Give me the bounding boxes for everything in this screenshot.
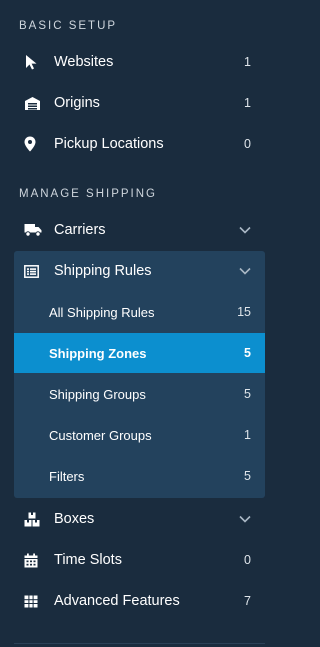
chevron-down-icon[interactable] (221, 515, 265, 523)
sidebar-item-origins[interactable]: Origins 1 (14, 85, 265, 121)
chevron-down-icon[interactable] (221, 226, 265, 234)
count-badge: 15 (237, 305, 251, 319)
subitem-label: Shipping Groups (49, 386, 146, 402)
sidebar-item-websites[interactable]: Websites 1 (14, 44, 265, 80)
sidebar-item-advanced-features[interactable]: Advanced Features 7 (14, 583, 265, 619)
sidebar-item-time-slots[interactable]: Time Slots 0 (14, 542, 265, 578)
sidebar-nav: BASIC SETUP Websites 1 Origins 1 Pickup … (0, 0, 277, 647)
sidebar-item-label: Pickup Locations (54, 136, 164, 152)
count-badge: 7 (244, 594, 251, 608)
cursor-arrow-icon (14, 54, 54, 70)
boxes-icon (14, 512, 54, 527)
subitem-customer-groups[interactable]: Customer Groups 1 (14, 415, 265, 455)
warehouse-icon (14, 96, 54, 111)
subitem-shipping-groups[interactable]: Shipping Groups 5 (14, 374, 265, 414)
sidebar-item-boxes[interactable]: Boxes (14, 501, 265, 537)
divider (14, 643, 265, 644)
sidebar-item-carriers[interactable]: Carriers (14, 212, 265, 248)
sidebar-item-label: Origins (54, 95, 100, 111)
sidebar-item-shipping-rules[interactable]: Shipping Rules (14, 253, 265, 289)
sidebar-item-label: Shipping Rules (54, 263, 152, 279)
list-icon (14, 264, 54, 278)
map-pin-icon (14, 136, 54, 152)
count-badge: 1 (244, 96, 251, 110)
chevron-down-icon[interactable] (221, 267, 265, 275)
section-title-manage-shipping: MANAGE SHIPPING (19, 188, 157, 200)
section-title-basic-setup: BASIC SETUP (19, 20, 118, 32)
count-badge: 5 (244, 346, 251, 360)
grid-icon (14, 595, 54, 608)
sidebar-item-pickup-locations[interactable]: Pickup Locations 0 (14, 126, 265, 162)
count-badge: 1 (244, 55, 251, 69)
sidebar-item-label: Advanced Features (54, 593, 180, 609)
sidebar-item-label: Websites (54, 54, 114, 70)
subitem-label: All Shipping Rules (49, 304, 155, 320)
count-badge: 0 (244, 553, 251, 567)
count-badge: 5 (244, 469, 251, 483)
sidebar-item-label: Time Slots (54, 552, 122, 568)
calendar-icon (14, 553, 54, 568)
sidebar-item-label: Boxes (54, 511, 95, 527)
subitem-label: Customer Groups (49, 427, 152, 443)
subitem-filters[interactable]: Filters 5 (14, 456, 265, 496)
count-badge: 1 (244, 428, 251, 442)
subitem-label: Filters (49, 468, 85, 484)
count-badge: 0 (244, 137, 251, 151)
subitem-all-shipping-rules[interactable]: All Shipping Rules 15 (14, 292, 265, 332)
count-badge: 5 (244, 387, 251, 401)
truck-icon (14, 223, 54, 237)
sidebar-item-label: Carriers (54, 222, 106, 238)
subitem-label: Shipping Zones (49, 345, 147, 361)
subitem-shipping-zones[interactable]: Shipping Zones 5 (14, 333, 265, 373)
